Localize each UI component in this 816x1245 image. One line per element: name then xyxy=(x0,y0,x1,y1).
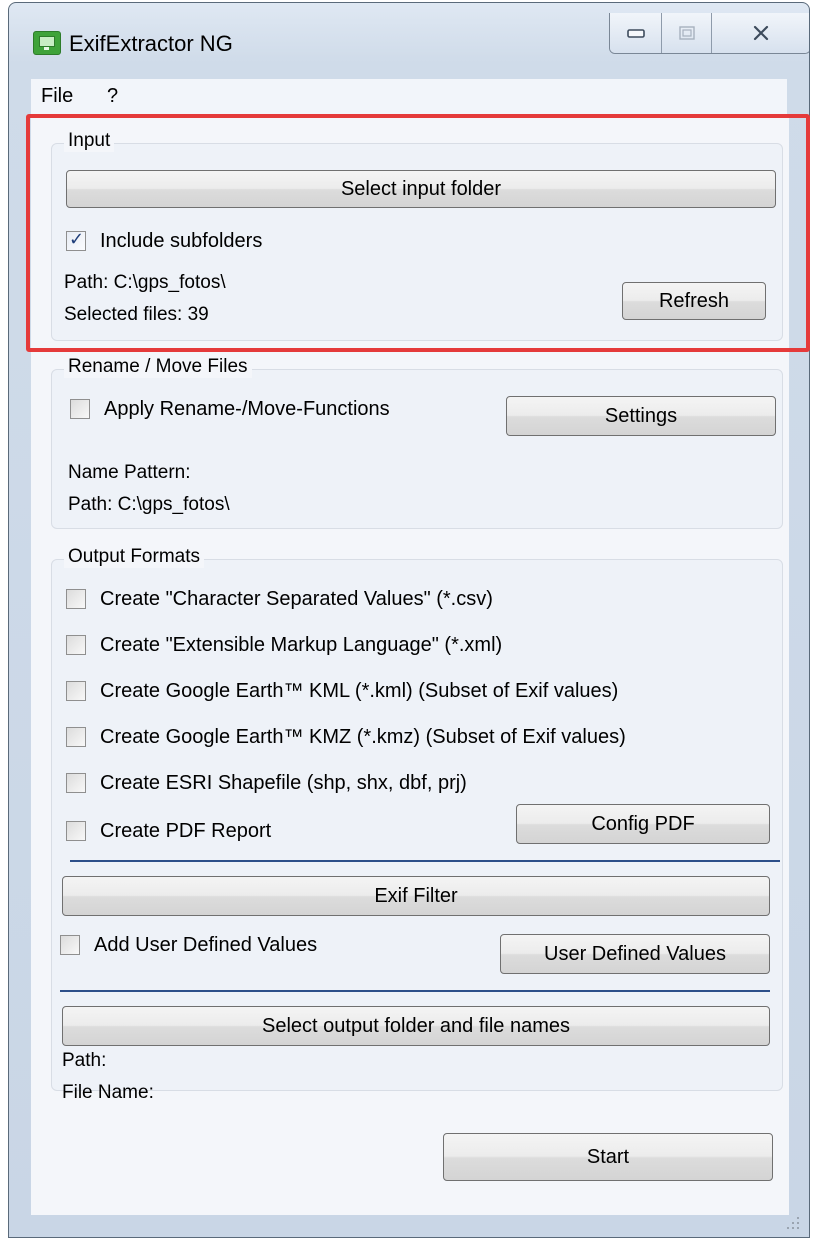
close-icon xyxy=(753,25,769,41)
output-file-name-label: File Name: xyxy=(62,1082,154,1103)
window-title: ExifExtractor NG xyxy=(69,31,233,56)
maximize-button[interactable] xyxy=(662,13,712,53)
user-values-checkbox[interactable] xyxy=(60,935,80,955)
maximize-icon xyxy=(678,26,695,40)
format-csv-label: Create "Character Separated Values" (*.c… xyxy=(100,587,493,610)
format-xml-checkbox[interactable] xyxy=(66,635,86,655)
format-kmz-label: Create Google Earth™ KMZ (*.kmz) (Subset… xyxy=(100,725,626,748)
output-group-legend: Output Formats xyxy=(64,546,204,568)
input-group-legend: Input xyxy=(64,130,115,152)
apply-rename-checkbox-row[interactable]: Apply Rename-/Move-Functions xyxy=(70,396,390,422)
user-defined-values-button[interactable]: User Defined Values xyxy=(500,934,770,974)
rename-move-group: Rename / Move Files Apply Rename-/Move-F… xyxy=(51,356,783,529)
apply-rename-checkbox[interactable] xyxy=(70,399,90,419)
title-bar[interactable]: ExifExtractor NG xyxy=(9,3,809,79)
menu-help[interactable]: ? xyxy=(107,85,118,108)
minimize-button[interactable] xyxy=(610,13,662,53)
window-controls xyxy=(609,13,809,54)
client-area: Input Select input folder ✓ Include subf… xyxy=(31,115,789,1215)
app-icon xyxy=(33,31,61,55)
config-pdf-button[interactable]: Config PDF xyxy=(516,804,770,844)
format-csv-row[interactable]: Create "Character Separated Values" (*.c… xyxy=(66,586,493,612)
rename-group-legend: Rename / Move Files xyxy=(64,356,252,378)
resize-grip-icon[interactable] xyxy=(785,1215,799,1229)
format-csv-checkbox[interactable] xyxy=(66,589,86,609)
output-formats-group: Output Formats Create "Character Separat… xyxy=(51,546,783,1103)
exif-filter-button[interactable]: Exif Filter xyxy=(62,876,770,916)
name-pattern-label: Name Pattern: xyxy=(68,462,191,483)
include-subfolders-checkbox-row[interactable]: ✓ Include subfolders xyxy=(66,228,262,254)
format-xml-label: Create "Extensible Markup Language" (*.x… xyxy=(100,633,503,656)
output-path-label: Path: xyxy=(62,1050,107,1071)
format-pdf-row[interactable]: Create PDF Report xyxy=(66,818,271,844)
output-separator-2 xyxy=(60,990,770,992)
start-button[interactable]: Start xyxy=(443,1133,773,1181)
menu-file[interactable]: File xyxy=(41,85,73,108)
minimize-icon xyxy=(626,29,645,38)
include-subfolders-label: Include subfolders xyxy=(100,229,263,252)
include-subfolders-checkbox[interactable]: ✓ xyxy=(66,229,86,251)
format-kmz-row[interactable]: Create Google Earth™ KMZ (*.kmz) (Subset… xyxy=(66,724,626,750)
select-output-folder-button[interactable]: Select output folder and file names xyxy=(62,1006,770,1046)
settings-button[interactable]: Settings xyxy=(506,396,776,436)
refresh-button[interactable]: Refresh xyxy=(622,282,766,320)
format-shapefile-label: Create ESRI Shapefile (shp, shx, dbf, pr… xyxy=(100,771,467,794)
format-xml-row[interactable]: Create "Extensible Markup Language" (*.x… xyxy=(66,632,502,658)
rename-path-label: Path: C:\gps_fotos\ xyxy=(68,494,230,515)
close-button[interactable] xyxy=(712,13,809,53)
user-values-label: Add User Defined Values xyxy=(94,933,318,956)
checkmark-icon: ✓ xyxy=(69,229,85,249)
app-window: ExifExtractor NG File ? Input Select inp… xyxy=(8,2,810,1238)
format-shapefile-checkbox[interactable] xyxy=(66,773,86,793)
apply-rename-label: Apply Rename-/Move-Functions xyxy=(104,397,390,420)
menu-bar: File ? xyxy=(31,79,787,116)
format-shapefile-row[interactable]: Create ESRI Shapefile (shp, shx, dbf, pr… xyxy=(66,770,467,796)
selected-files-label: Selected files: 39 xyxy=(64,304,209,325)
format-kmz-checkbox[interactable] xyxy=(66,727,86,747)
input-group: Input Select input folder ✓ Include subf… xyxy=(51,130,783,341)
output-separator-1 xyxy=(70,860,780,862)
format-kml-row[interactable]: Create Google Earth™ KML (*.kml) (Subset… xyxy=(66,678,618,704)
format-pdf-checkbox[interactable] xyxy=(66,821,86,841)
select-input-folder-button[interactable]: Select input folder xyxy=(66,170,776,208)
format-pdf-label: Create PDF Report xyxy=(100,819,272,842)
format-kml-label: Create Google Earth™ KML (*.kml) (Subset… xyxy=(100,679,619,702)
input-path-label: Path: C:\gps_fotos\ xyxy=(64,272,226,293)
format-kml-checkbox[interactable] xyxy=(66,681,86,701)
user-values-checkbox-row[interactable]: Add User Defined Values xyxy=(60,932,317,958)
